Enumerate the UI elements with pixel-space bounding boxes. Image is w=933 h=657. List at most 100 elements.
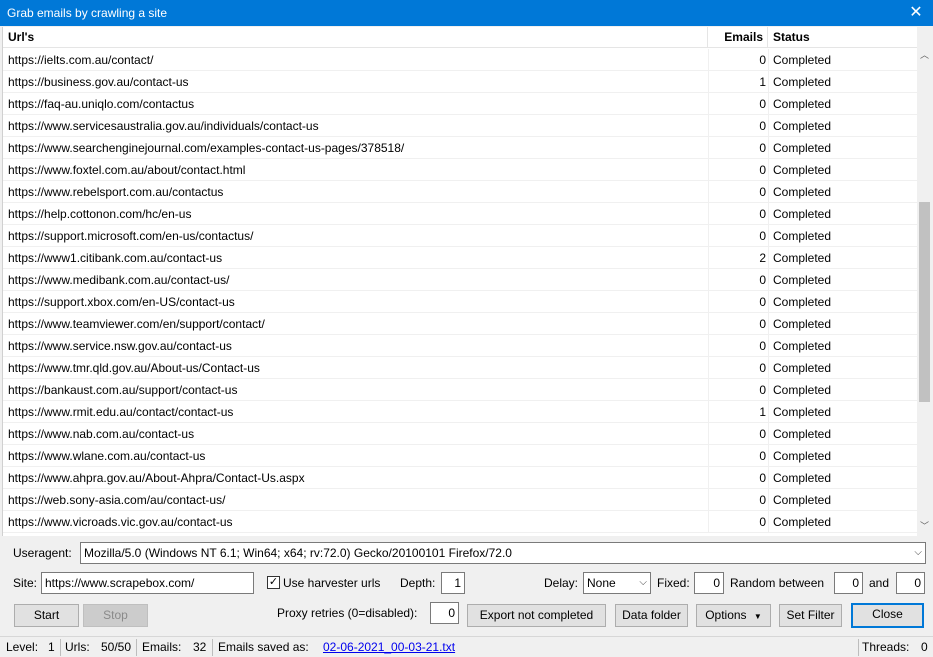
close-button[interactable]: Close bbox=[851, 603, 924, 628]
table-row[interactable]: https://www.rebelsport.com.au/contactus 0… bbox=[3, 181, 917, 203]
column-divider bbox=[768, 401, 769, 423]
row-emails: 0 bbox=[759, 97, 766, 111]
row-status: Completed bbox=[773, 405, 832, 419]
start-button[interactable]: Start bbox=[14, 604, 79, 627]
column-divider bbox=[768, 71, 769, 93]
divider bbox=[212, 639, 213, 656]
chevron-down-icon[interactable]: ⌵ bbox=[639, 573, 647, 593]
column-divider bbox=[708, 335, 709, 357]
use-harvester-checkbox[interactable]: ✓ bbox=[267, 576, 280, 589]
useragent-combo[interactable]: Mozilla/5.0 (Windows NT 6.1; Win64; x64;… bbox=[80, 542, 926, 564]
row-emails: 0 bbox=[759, 427, 766, 441]
column-divider bbox=[768, 489, 769, 511]
column-divider bbox=[708, 511, 709, 533]
column-divider bbox=[708, 269, 709, 291]
close-icon[interactable]: ✕ bbox=[899, 0, 933, 26]
fixed-input[interactable]: 0 bbox=[694, 572, 724, 594]
chevron-down-icon[interactable]: ﹀ bbox=[917, 518, 931, 534]
delay-label: Delay: bbox=[544, 576, 579, 590]
row-url: https://www.nab.com.au/contact-us bbox=[8, 427, 195, 441]
column-divider bbox=[708, 423, 709, 445]
row-status: Completed bbox=[773, 119, 832, 133]
row-status: Completed bbox=[773, 361, 832, 375]
row-emails: 0 bbox=[759, 229, 766, 243]
proxy-retries-input[interactable]: 0 bbox=[430, 602, 459, 624]
random-between-label: Random between bbox=[730, 576, 825, 590]
column-divider bbox=[708, 203, 709, 225]
scrollbar-thumb[interactable] bbox=[919, 202, 930, 403]
table-row[interactable]: https://www.teamviewer.com/en/support/co… bbox=[3, 313, 917, 335]
random-max-input[interactable]: 0 bbox=[896, 572, 925, 594]
delay-value: None bbox=[587, 576, 616, 590]
table-row[interactable]: https://business.gov.au/contact-us 1 Compl… bbox=[3, 71, 917, 93]
table-row[interactable]: https://www.tmr.qld.gov.au/About-us/Cont… bbox=[3, 357, 917, 379]
row-status: Completed bbox=[773, 427, 832, 441]
random-min-input[interactable]: 0 bbox=[834, 572, 863, 594]
column-divider bbox=[708, 445, 709, 467]
options-button[interactable]: Options ▼ bbox=[696, 604, 771, 627]
dropdown-arrow-icon: ▼ bbox=[753, 612, 762, 621]
chevron-down-icon[interactable]: ⌵ bbox=[914, 543, 922, 563]
options-label: Options bbox=[705, 608, 747, 622]
table-row[interactable]: https://support.xbox.com/en-US/contact-u… bbox=[3, 291, 917, 313]
column-divider bbox=[768, 467, 769, 489]
set-filter-button[interactable]: Set Filter bbox=[779, 604, 842, 627]
column-divider bbox=[768, 335, 769, 357]
delay-select[interactable]: None ⌵ bbox=[583, 572, 651, 594]
column-header-status[interactable]: Status bbox=[768, 27, 917, 48]
vertical-scrollbar[interactable]: ︿ ﹀ bbox=[917, 27, 931, 536]
table-row[interactable]: https://web.sony-asia.com/au/contact-us/… bbox=[3, 489, 917, 511]
and-label: and bbox=[869, 576, 890, 590]
table-row[interactable]: https://www.wlane.com.au/contact-us 0 Comp… bbox=[3, 445, 917, 467]
column-divider bbox=[708, 49, 709, 71]
table-row[interactable]: https://www.rmit.edu.au/contact/contact-… bbox=[3, 401, 917, 423]
site-input[interactable]: https://www.scrapebox.com/ bbox=[41, 572, 254, 594]
column-divider bbox=[708, 71, 709, 93]
table-row[interactable]: https://bankaust.com.au/support/contact-… bbox=[3, 379, 917, 401]
column-divider bbox=[708, 181, 709, 203]
depth-label: Depth: bbox=[400, 576, 436, 590]
row-status: Completed bbox=[773, 317, 832, 331]
threads-value: 0 bbox=[921, 640, 928, 654]
row-emails: 0 bbox=[759, 295, 766, 309]
row-url: https://bankaust.com.au/support/contact-… bbox=[8, 383, 238, 397]
row-url: https://business.gov.au/contact-us bbox=[8, 75, 189, 89]
table-row[interactable]: https://www1.citibank.com.au/contact-us 2… bbox=[3, 247, 917, 269]
table-row[interactable]: https://ielts.com.au/contact/0 Completed bbox=[3, 49, 917, 71]
table-row[interactable]: https://support.microsoft.com/en-us/cont… bbox=[3, 225, 917, 247]
table-row[interactable]: https://www.service.nsw.gov.au/contact-u… bbox=[3, 335, 917, 357]
row-url: https://support.xbox.com/en-US/contact-u… bbox=[8, 295, 235, 309]
table-row[interactable]: https://www.servicesaustralia.gov.au/ind… bbox=[3, 115, 917, 137]
table-row[interactable]: https://www.vicroads.vic.gov.au/contact-… bbox=[3, 511, 917, 533]
saved-file-link[interactable]: 02-06-2021_00-03-21.txt bbox=[323, 637, 455, 657]
row-url: https://www.medibank.com.au/contact-us/ bbox=[8, 273, 230, 287]
emails-value: 32 bbox=[193, 640, 207, 654]
table-row[interactable]: https://www.searchenginejournal.com/exam… bbox=[3, 137, 917, 159]
data-folder-button[interactable]: Data folder bbox=[615, 604, 688, 627]
depth-input[interactable]: 1 bbox=[441, 572, 465, 594]
column-header-emails[interactable]: Emails bbox=[708, 27, 768, 48]
row-emails: 0 bbox=[759, 141, 766, 155]
level-value: 1 bbox=[48, 640, 55, 654]
table-row[interactable]: https://www.foxtel.com.au/about/contact.… bbox=[3, 159, 917, 181]
row-url: https://www.tmr.qld.gov.au/About-us/Cont… bbox=[8, 361, 260, 375]
row-url: https://support.microsoft.com/en-us/cont… bbox=[8, 229, 254, 243]
column-divider bbox=[708, 137, 709, 159]
table-row[interactable]: https://www.medibank.com.au/contact-us/0… bbox=[3, 269, 917, 291]
table-row[interactable]: https://www.nab.com.au/contact-us 0 Comple… bbox=[3, 423, 917, 445]
row-emails: 0 bbox=[759, 53, 766, 67]
column-header-url[interactable]: Url's bbox=[3, 27, 708, 48]
row-status: Completed bbox=[773, 449, 832, 463]
column-divider bbox=[768, 247, 769, 269]
table-row[interactable]: https://www.ahpra.gov.au/About-Ahpra/Con… bbox=[3, 467, 917, 489]
chevron-up-icon[interactable]: ︿ bbox=[917, 47, 931, 63]
row-emails: 0 bbox=[759, 339, 766, 353]
column-divider bbox=[768, 313, 769, 335]
table-row[interactable]: https://faq-au.uniqlo.com/contactus 0 Comp… bbox=[3, 93, 917, 115]
export-not-completed-button[interactable]: Export not completed bbox=[467, 604, 606, 627]
row-emails: 0 bbox=[759, 383, 766, 397]
url-grid[interactable]: Url's Emails Status https://ielts.com.au… bbox=[2, 27, 931, 536]
stop-button[interactable]: Stop bbox=[83, 604, 148, 627]
table-row[interactable]: https://help.cottonon.com/hc/en-us 0 Compl… bbox=[3, 203, 917, 225]
column-divider bbox=[708, 489, 709, 511]
